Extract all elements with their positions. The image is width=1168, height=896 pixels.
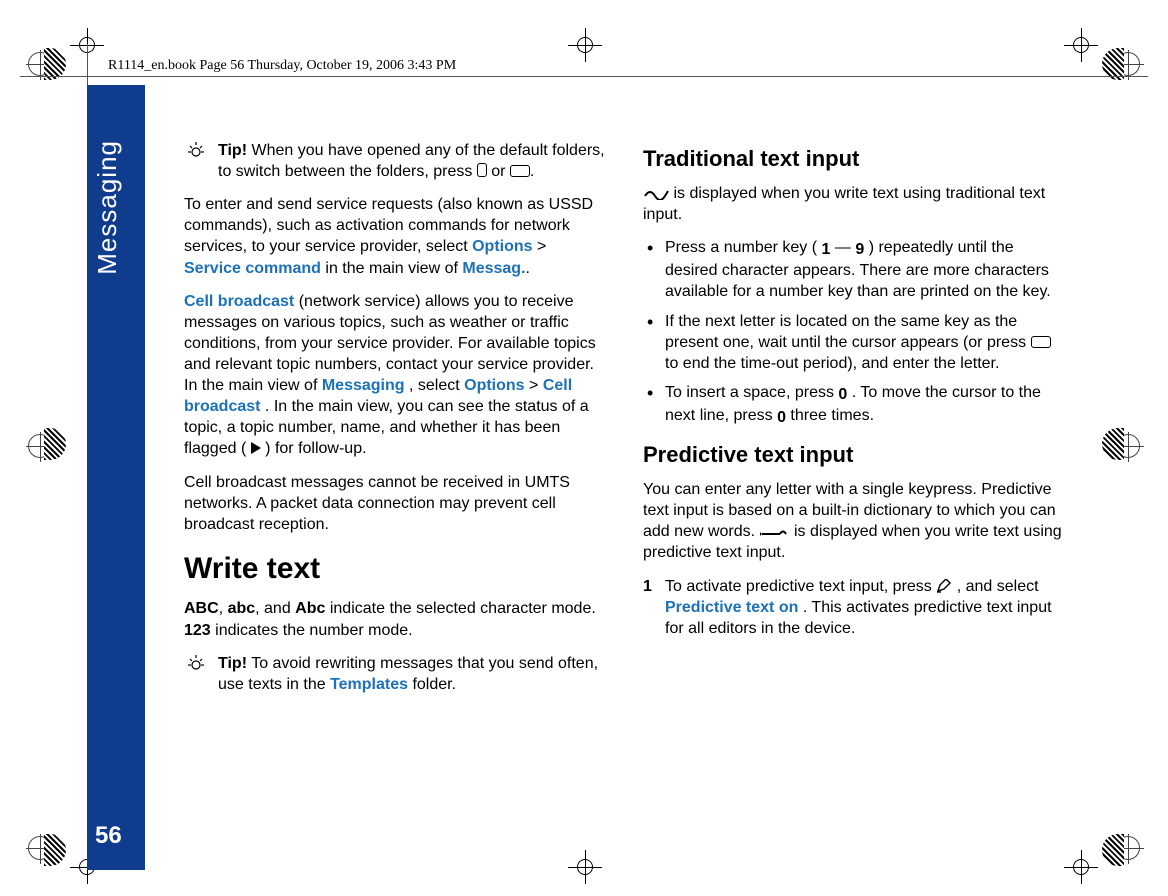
key-0-icon: 0 <box>777 407 786 428</box>
messaging-link: Messaging <box>322 377 405 394</box>
left-column: Tip! When you have opened any of the def… <box>184 140 607 816</box>
cell-broadcast-link: Cell broadcast <box>184 293 294 310</box>
traditional-input-heading: Traditional text input <box>643 144 1066 173</box>
section-label: Messaging <box>92 140 123 275</box>
binder-mark-icon <box>44 428 66 460</box>
text: , and <box>255 600 295 617</box>
softkey-icon <box>510 165 530 177</box>
text: > <box>529 377 543 394</box>
text: — <box>835 239 855 256</box>
text: indicate the selected character mode. <box>325 600 595 617</box>
text: If the next letter is located on the sam… <box>665 313 1031 351</box>
key-1-icon: 1 <box>822 239 831 260</box>
crosshair-icon <box>1064 28 1098 62</box>
text: in the main view of <box>325 260 462 277</box>
options-link: Options <box>472 238 532 255</box>
mode-abc-lower: abc <box>228 600 256 617</box>
top-rule <box>20 76 1148 77</box>
right-column: Traditional text input is displayed when… <box>643 140 1066 816</box>
service-requests-paragraph: To enter and send service requests (also… <box>184 194 607 278</box>
flag-icon <box>251 442 261 454</box>
text: is displayed when you write text using t… <box>643 185 1045 223</box>
softkey-icon <box>477 163 487 177</box>
crosshair-icon <box>568 28 602 62</box>
page-root: R1114_en.book Page 56 Thursday, October … <box>0 0 1168 896</box>
tip-or: or <box>487 163 510 180</box>
text: , and select <box>957 578 1039 595</box>
edit-pencil-icon <box>936 579 952 593</box>
text: To activate predictive text input, press <box>665 578 936 595</box>
key-0-icon: 0 <box>838 384 847 405</box>
text: ) for follow-up. <box>265 440 366 457</box>
mode-123: 123 <box>184 622 211 639</box>
tip-block: Tip! When you have opened any of the def… <box>184 140 607 182</box>
crosshair-icon <box>1064 850 1098 884</box>
text: , <box>219 600 228 617</box>
scroll-key-icon <box>1031 336 1051 348</box>
text: > <box>537 238 546 255</box>
crosshair-icon <box>568 850 602 884</box>
list-item: Press a number key ( 1 — 9 ) repeatedly … <box>643 237 1066 302</box>
pencil-line-icon <box>760 526 790 538</box>
tip-label: Tip! <box>218 142 247 159</box>
mode-abc-cap: Abc <box>295 600 325 617</box>
list-item: To insert a space, press 0 . To move the… <box>643 382 1066 428</box>
text: to end the time-out period), and enter t… <box>665 355 999 372</box>
text: To insert a space, press <box>665 384 838 401</box>
traditional-indicator-paragraph: is displayed when you write text using t… <box>643 183 1066 225</box>
predictive-text-on-link: Predictive text on <box>665 599 798 616</box>
char-mode-paragraph: ABC, abc, and Abc indicate the selected … <box>184 598 607 640</box>
text: , select <box>409 377 464 394</box>
tip-label: Tip! <box>218 655 247 672</box>
predictive-input-heading: Predictive text input <box>643 440 1066 469</box>
text: three times. <box>790 407 874 424</box>
tip-end: . <box>530 163 534 180</box>
predictive-indicator-paragraph: You can enter any letter with a single k… <box>643 479 1066 563</box>
lightbulb-icon <box>186 142 206 160</box>
service-command-link: Service command <box>184 260 321 277</box>
lightbulb-icon <box>186 655 206 673</box>
binder-mark-icon <box>1102 834 1124 866</box>
text: indicates the number mode. <box>211 622 413 639</box>
mode-abc-upper: ABC <box>184 600 219 617</box>
tip-block: Tip! To avoid rewriting messages that yo… <box>184 653 607 695</box>
text: Press a number key ( <box>665 239 817 256</box>
templates-link: Templates <box>330 676 408 693</box>
step-number: 1 <box>643 576 652 597</box>
list-item: If the next letter is located on the sam… <box>643 311 1066 374</box>
predictive-steps-list: 1 To activate predictive text input, pre… <box>643 576 1066 639</box>
tip-text: When you have opened any of the default … <box>218 142 605 180</box>
options-link: Options <box>464 377 524 394</box>
text: . <box>526 260 530 277</box>
binder-mark-icon <box>1102 428 1124 460</box>
page-number: 56 <box>95 822 122 850</box>
traditional-steps-list: Press a number key ( 1 — 9 ) repeatedly … <box>643 237 1066 428</box>
key-9-icon: 9 <box>855 239 864 260</box>
content-area: Tip! When you have opened any of the def… <box>184 140 1066 816</box>
messaging-link: Messag. <box>462 260 525 277</box>
umts-note-paragraph: Cell broadcast messages cannot be receiv… <box>184 472 607 535</box>
write-text-heading: Write text <box>184 549 607 589</box>
binder-mark-icon <box>44 834 66 866</box>
cell-broadcast-paragraph: Cell broadcast (network service) allows … <box>184 291 607 460</box>
pencil-wave-icon <box>643 186 669 200</box>
book-header: R1114_en.book Page 56 Thursday, October … <box>108 58 456 74</box>
text: folder. <box>408 676 456 693</box>
list-item: 1 To activate predictive text input, pre… <box>643 576 1066 639</box>
